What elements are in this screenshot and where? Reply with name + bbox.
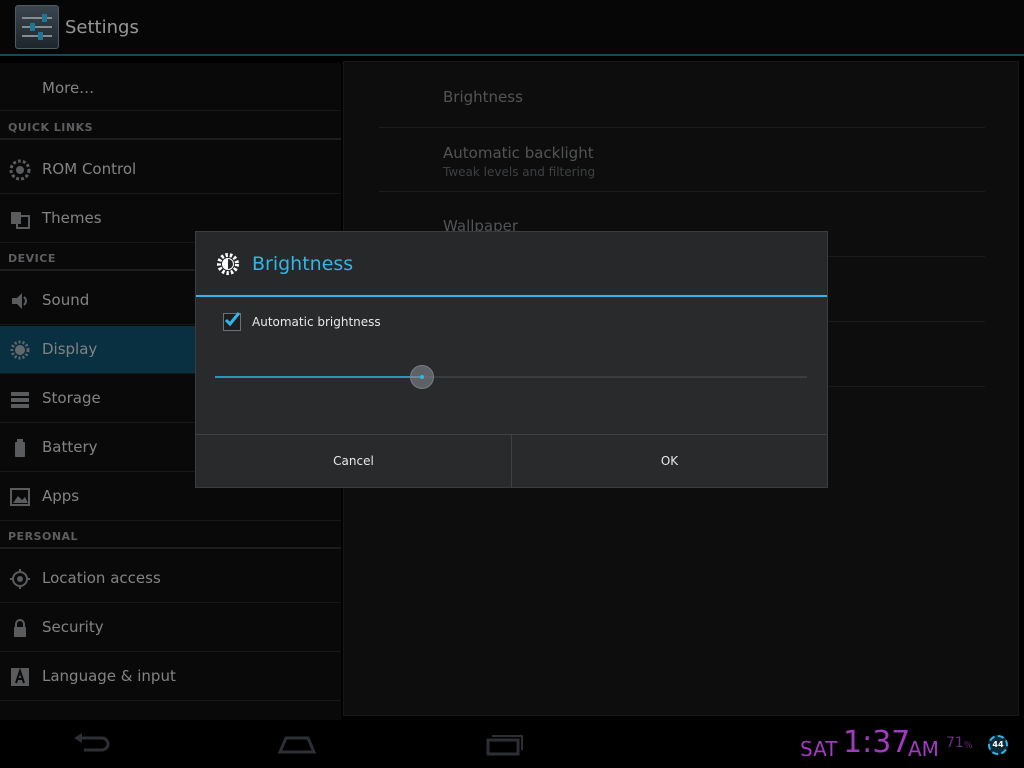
brightness-slider-thumb[interactable]	[410, 365, 434, 389]
home-icon[interactable]	[272, 730, 322, 758]
brightness-slider-track[interactable]	[215, 376, 807, 378]
brightness-dialog: Brightness Automatic brightness Cancel O…	[195, 231, 828, 488]
battery-percent: 71	[946, 735, 964, 751]
clock-ampm: AM	[908, 737, 939, 761]
notification-badge-icon[interactable]: 44	[988, 735, 1008, 755]
notification-count: 44	[992, 740, 1004, 749]
recent-apps-icon[interactable]	[480, 730, 530, 758]
dialog-title: Brightness	[252, 253, 354, 275]
dialog-button-bar: Cancel OK	[196, 434, 827, 488]
battery-unit: %	[964, 741, 973, 751]
clock-day: SAT	[800, 737, 838, 761]
automatic-brightness-label: Automatic brightness	[252, 315, 381, 329]
checkmark-icon	[224, 312, 241, 327]
clock-time: 1:37	[843, 725, 911, 760]
dialog-header: Brightness	[196, 232, 827, 297]
system-navigation-bar: SAT 1:37 AM 71 % 44	[0, 720, 1024, 768]
back-icon[interactable]	[68, 730, 118, 758]
automatic-brightness-checkbox[interactable]	[223, 312, 241, 331]
brightness-icon	[217, 253, 239, 275]
brightness-slider-fill	[215, 376, 422, 378]
cancel-button[interactable]: Cancel	[196, 435, 511, 488]
ok-button[interactable]: OK	[512, 435, 827, 488]
